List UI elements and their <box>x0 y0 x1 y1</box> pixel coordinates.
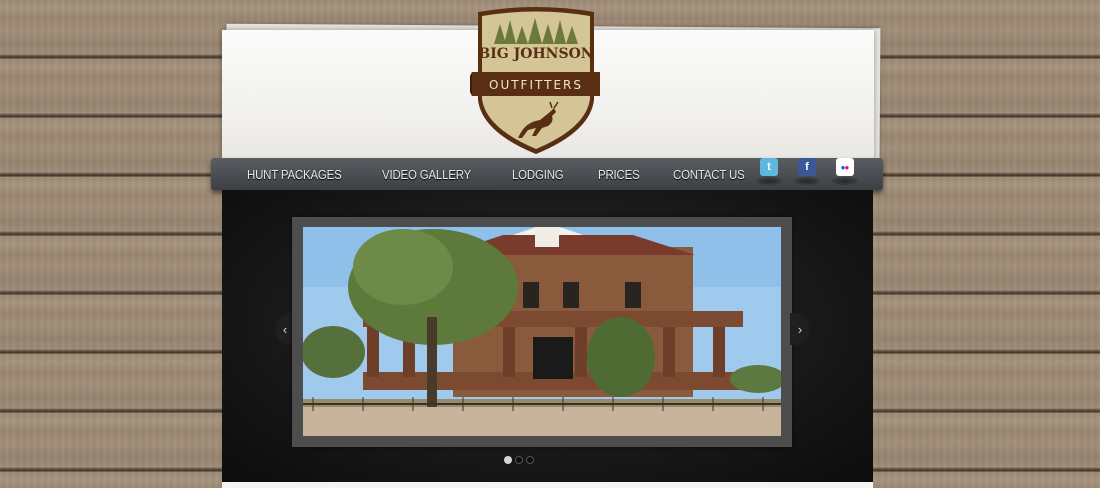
big-johnson-outfitters-logo[interactable]: BIG JOHNSON OUTFITTERS <box>470 4 602 158</box>
content-top-edge <box>222 482 873 488</box>
facebook-icon[interactable]: f <box>798 158 816 176</box>
logo-line1: BIG JOHNSON <box>478 46 593 62</box>
slider-dot-1[interactable] <box>504 456 512 464</box>
main-navigation: HUNT PACKAGES VIDEO GALLERY LODGING PRIC… <box>211 158 883 190</box>
nav-lodging[interactable]: LODGING <box>512 167 564 182</box>
flickr-icon[interactable]: ● ● <box>836 158 854 176</box>
flickr-shadow <box>832 177 858 185</box>
twitter-glyph: t <box>767 161 771 173</box>
slider-dot-3[interactable] <box>526 456 534 464</box>
chevron-left-icon: ‹ <box>282 321 288 337</box>
slide-frame <box>292 217 792 447</box>
slider-next-button[interactable]: › <box>790 313 810 345</box>
twitter-icon[interactable]: t <box>760 158 778 176</box>
nav-video-gallery[interactable]: VIDEO GALLERY <box>382 167 471 182</box>
slider-pagination <box>504 456 534 464</box>
slideshow: ‹ › <box>222 190 873 482</box>
twitter-shadow <box>756 177 782 185</box>
chevron-right-icon: › <box>797 321 803 337</box>
slider-dot-2[interactable] <box>515 456 523 464</box>
nav-hunt-packages[interactable]: HUNT PACKAGES <box>247 167 342 182</box>
facebook-shadow <box>794 177 820 185</box>
logo-line2: OUTFITTERS <box>489 78 583 92</box>
facebook-glyph: f <box>805 161 809 173</box>
flickr-dot-pink: ● <box>844 162 850 172</box>
nav-contact-us[interactable]: CONTACT US <box>673 167 745 182</box>
slide-image-lodge[interactable] <box>303 227 781 436</box>
nav-prices[interactable]: PRICES <box>598 167 640 182</box>
